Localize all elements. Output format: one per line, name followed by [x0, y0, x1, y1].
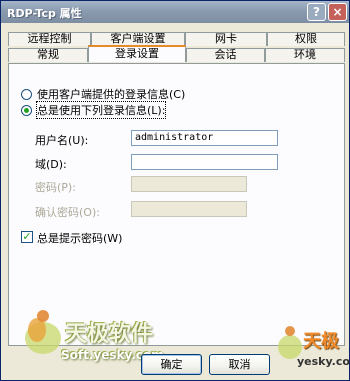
radio-always-logon[interactable] — [21, 105, 32, 116]
close-button[interactable]: × — [328, 3, 347, 21]
confirm-password-field[interactable] — [131, 201, 247, 217]
tab-label: 登录设置 — [115, 47, 159, 60]
username-field[interactable]: administrator — [131, 130, 278, 146]
cancel-button[interactable]: 取消 — [209, 354, 270, 375]
tab-environment[interactable]: 环境 — [265, 48, 345, 62]
radio-client-logon-label[interactable]: 使用客户端提供的登录信息(C) — [37, 86, 185, 102]
password-field[interactable] — [131, 176, 247, 192]
tab-logon-settings[interactable]: 登录设置 — [88, 45, 186, 62]
tab-label: 远程控制 — [27, 32, 72, 45]
window-title: RDP-Tcp 属性 — [7, 7, 82, 20]
prompt-password-label[interactable]: 总是提示密码(W) — [37, 230, 122, 246]
watermark-brand: 天极软件 — [65, 322, 154, 347]
tab-network-adapter[interactable]: 网卡 — [185, 32, 267, 46]
title-bar[interactable]: RDP-Tcp 属性 ? × — [1, 1, 349, 23]
properties-dialog: RDP-Tcp 属性 ? × 远程控制 客户端设置 网卡 权限 常规 登录设置 … — [0, 0, 350, 381]
help-button[interactable]: ? — [307, 3, 326, 21]
password-label: 密码(P): — [35, 181, 76, 194]
logon-settings-panel: 使用客户端提供的登录信息(C) 总是使用下列登录信息(L): 用户名(U): a… — [8, 63, 345, 346]
tab-label: 网卡 — [215, 32, 237, 45]
domain-field[interactable] — [131, 154, 278, 170]
tab-label: 会话 — [214, 48, 237, 61]
tab-label: 权限 — [295, 32, 317, 45]
tab-sessions[interactable]: 会话 — [186, 48, 265, 62]
radio-always-logon-label[interactable]: 总是使用下列登录信息(L): — [35, 101, 167, 119]
tab-permissions[interactable]: 权限 — [267, 32, 345, 46]
ok-button[interactable]: 确定 — [141, 354, 202, 375]
confirm-password-label: 确认密码(O): — [35, 206, 100, 219]
domain-label: 域(D): — [35, 158, 67, 171]
watermark-brand-small: 天极 — [303, 331, 339, 352]
radio-selected-dot — [24, 108, 29, 113]
yesky-logo-icon — [25, 310, 61, 354]
watermark-url-small: yesky.com — [297, 355, 350, 368]
checkmark-icon: ✓ — [22, 230, 32, 243]
close-icon: × — [332, 5, 343, 19]
tab-label: 常规 — [37, 48, 59, 61]
tab-label: 环境 — [294, 48, 316, 61]
username-label: 用户名(U): — [35, 134, 89, 147]
prompt-password-checkbox[interactable]: ✓ — [21, 231, 33, 243]
tab-label: 客户端设置 — [110, 32, 166, 45]
tab-general[interactable]: 常规 — [8, 48, 88, 62]
help-icon: ? — [313, 5, 320, 19]
radio-client-logon[interactable] — [21, 89, 32, 100]
watermark-right: 天极 yesky.com — [275, 321, 350, 379]
tab-client-settings[interactable]: 客户端设置 — [91, 32, 185, 46]
tab-remote-control[interactable]: 远程控制 — [8, 32, 91, 46]
